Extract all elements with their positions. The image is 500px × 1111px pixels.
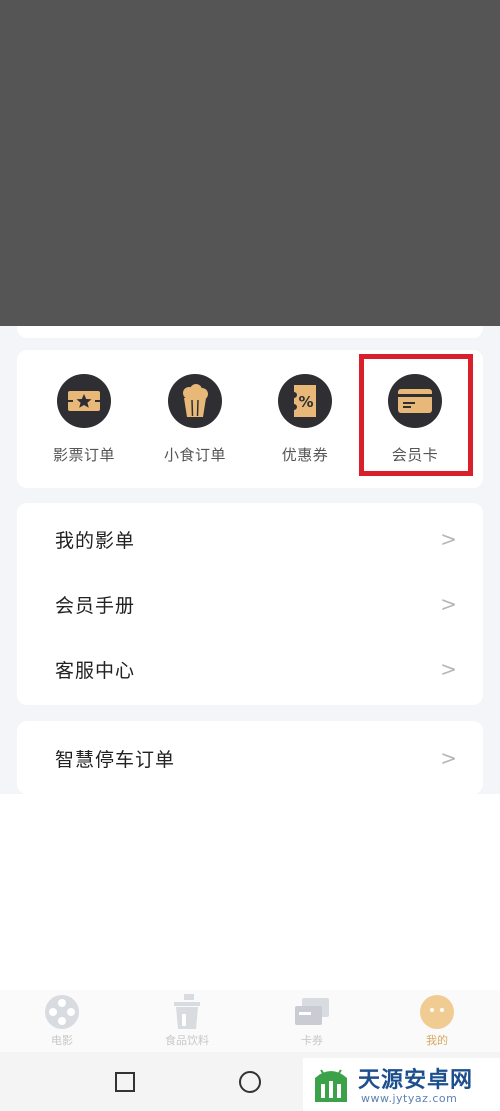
- site-watermark: 天源安卓网 www.jytyaz.com: [303, 1058, 500, 1111]
- menu-card-secondary: 智慧停车订单 >: [17, 721, 483, 794]
- drink-icon: [168, 994, 206, 1030]
- tab-label: 我的: [426, 1034, 448, 1047]
- card-icon: [293, 994, 331, 1030]
- menu-item-label: 客服中心: [55, 659, 136, 682]
- menu-item-member-handbook[interactable]: 会员手册 >: [17, 572, 483, 636]
- tab-label: 食品饮料: [165, 1034, 209, 1047]
- menu-item-my-watchlist[interactable]: 我的影单 >: [17, 507, 483, 571]
- watermark-url: www.jytyaz.com: [361, 1092, 458, 1105]
- android-logo-icon: [315, 1069, 347, 1102]
- chevron-right-icon: >: [440, 592, 457, 616]
- profile-icon: [418, 994, 456, 1030]
- chevron-right-icon: >: [440, 527, 457, 551]
- ticket-icon: [57, 374, 111, 428]
- tab-food-drinks[interactable]: 食品饮料: [137, 990, 237, 1052]
- order-item-coupons[interactable]: % 优惠券: [250, 350, 360, 488]
- menu-card-primary: 我的影单 > 会员手册 > 客服中心 >: [17, 503, 483, 705]
- screen: 影票订单 小食订单 % 优惠券 会员卡 我的影单 > 会员手册 > 客服中心 >…: [0, 0, 500, 1111]
- tab-cards-coupons[interactable]: 卡券: [262, 990, 362, 1052]
- tab-mine[interactable]: 我的: [387, 990, 487, 1052]
- dimmed-overlay[interactable]: [0, 0, 500, 326]
- tab-label: 电影: [51, 1034, 73, 1047]
- order-label: 优惠券: [281, 446, 329, 464]
- menu-item-label: 会员手册: [55, 594, 136, 617]
- recent-apps-button[interactable]: [113, 1070, 137, 1094]
- circle-icon: [239, 1071, 261, 1093]
- tab-movies[interactable]: 电影: [12, 990, 112, 1052]
- svg-text:%: %: [298, 393, 313, 411]
- tab-label: 卡券: [301, 1034, 323, 1047]
- menu-item-customer-service[interactable]: 客服中心 >: [17, 637, 483, 701]
- film-reel-icon: [43, 994, 81, 1030]
- bottom-tab-bar: 电影 食品饮料 卡券 我的: [0, 990, 500, 1052]
- coupon-icon: %: [278, 374, 332, 428]
- profile-card-bottom-edge: [17, 326, 483, 338]
- order-item-snack-orders[interactable]: 小食订单: [140, 350, 250, 488]
- popcorn-icon: [168, 374, 222, 428]
- menu-item-smart-parking-orders[interactable]: 智慧停车订单 >: [17, 726, 483, 790]
- order-item-ticket-orders[interactable]: 影票订单: [29, 350, 139, 488]
- member-card-highlight-box: [359, 354, 473, 476]
- chevron-right-icon: >: [440, 746, 457, 770]
- menu-item-label: 智慧停车订单: [55, 748, 176, 771]
- order-label: 影票订单: [52, 446, 115, 464]
- chevron-right-icon: >: [440, 657, 457, 681]
- order-label: 小食订单: [163, 446, 226, 464]
- square-icon: [115, 1072, 135, 1092]
- watermark-title: 天源安卓网: [358, 1067, 474, 1093]
- home-button[interactable]: [238, 1070, 262, 1094]
- menu-item-label: 我的影单: [55, 529, 136, 552]
